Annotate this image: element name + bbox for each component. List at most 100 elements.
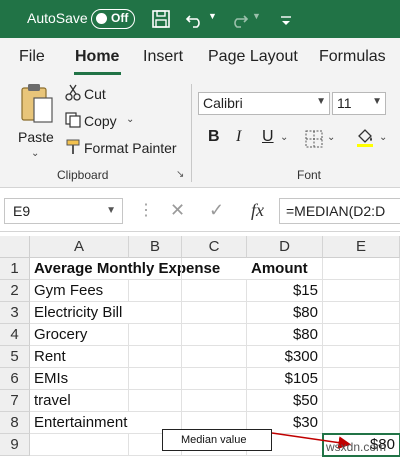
cell-e7[interactable]: [323, 390, 400, 412]
cell-b2[interactable]: [129, 280, 182, 302]
cell-a5[interactable]: Rent: [30, 346, 129, 368]
cell-b4[interactable]: [129, 324, 182, 346]
chevron-down-icon: ▼: [316, 96, 326, 107]
cell-a7[interactable]: travel: [30, 390, 129, 412]
cell-e8[interactable]: [323, 412, 400, 434]
column-header-e[interactable]: E: [323, 236, 400, 258]
active-tab-indicator: [74, 72, 121, 75]
autosave-toggle[interactable]: Off: [91, 9, 135, 29]
formula-input[interactable]: =MEDIAN(D2:D: [279, 198, 400, 224]
cell-d3[interactable]: $80: [247, 302, 323, 324]
cell-b5[interactable]: [129, 346, 182, 368]
column-header-d[interactable]: D: [247, 236, 323, 258]
cell-c7[interactable]: [182, 390, 247, 412]
row-header[interactable]: 2: [0, 280, 30, 302]
tab-home[interactable]: Home: [75, 48, 119, 66]
cell-e5[interactable]: [323, 346, 400, 368]
enter-icon[interactable]: ✓: [209, 200, 224, 221]
cell-d5[interactable]: $300: [247, 346, 323, 368]
cell-c3[interactable]: [182, 302, 247, 324]
undo-dropdown-icon[interactable]: ▼: [208, 11, 217, 21]
cell-e6[interactable]: [323, 368, 400, 390]
cell-b6[interactable]: [129, 368, 182, 390]
cell-d4[interactable]: $80: [247, 324, 323, 346]
underline-dropdown-icon[interactable]: ⌄: [280, 132, 288, 143]
paste-label: Paste: [18, 129, 54, 145]
cell-d6[interactable]: $105: [247, 368, 323, 390]
row-header[interactable]: 6: [0, 368, 30, 390]
cell-c2[interactable]: [182, 280, 247, 302]
row-header[interactable]: 5: [0, 346, 30, 368]
cell-c5[interactable]: [182, 346, 247, 368]
row-header[interactable]: 7: [0, 390, 30, 412]
row-header[interactable]: 9: [0, 434, 30, 456]
column-header-c[interactable]: C: [182, 236, 247, 258]
font-size-value: 11: [337, 95, 352, 111]
insert-function-button[interactable]: fx: [251, 200, 264, 221]
tab-file[interactable]: File: [19, 48, 45, 66]
column-header-a[interactable]: A: [30, 236, 129, 258]
save-icon[interactable]: [150, 8, 172, 30]
copy-icon[interactable]: [64, 111, 82, 129]
cell-c4[interactable]: [182, 324, 247, 346]
font-group-label: Font: [297, 168, 322, 182]
cell-e4[interactable]: [323, 324, 400, 346]
formula-bar: E9 ▼ ⋮ ✕ ✓ fx =MEDIAN(D2:D: [0, 188, 400, 232]
cell-a8[interactable]: Entertainment: [30, 412, 182, 434]
cell-a6[interactable]: EMIs: [30, 368, 129, 390]
row-header[interactable]: 1: [0, 258, 30, 280]
cell-a9[interactable]: [30, 434, 129, 456]
cell-a3[interactable]: Electricity Bill: [30, 302, 182, 324]
customize-toolbar-icon[interactable]: [278, 8, 294, 30]
tab-insert[interactable]: Insert: [143, 48, 183, 66]
cell-a2[interactable]: Gym Fees: [30, 280, 129, 302]
tab-formulas[interactable]: Formulas: [319, 48, 386, 66]
cut-icon[interactable]: [64, 84, 82, 102]
font-name-value: Calibri: [203, 95, 243, 111]
borders-icon[interactable]: [304, 129, 324, 149]
cell-e3[interactable]: [323, 302, 400, 324]
cell-a4[interactable]: Grocery: [30, 324, 129, 346]
name-box[interactable]: E9 ▼: [4, 198, 123, 224]
autosave-label: AutoSave: [27, 10, 88, 26]
row-header[interactable]: 4: [0, 324, 30, 346]
cell-e1[interactable]: [323, 258, 400, 280]
clipboard-launcher-icon[interactable]: ↘: [176, 169, 184, 180]
chevron-down-icon: ▼: [106, 205, 116, 216]
paste-dropdown-icon[interactable]: ⌄: [31, 148, 39, 159]
underline-button[interactable]: U: [262, 128, 274, 146]
font-size-combo[interactable]: 11 ▼: [332, 92, 386, 115]
bold-button[interactable]: B: [208, 128, 220, 146]
select-all-corner[interactable]: [0, 236, 30, 258]
undo-icon[interactable]: [184, 8, 206, 30]
toggle-knob: [96, 13, 107, 24]
fill-color-icon[interactable]: [354, 126, 376, 148]
cell-d1[interactable]: Amount: [247, 258, 323, 280]
title-bar: AutoSave Off ▼ ▼: [0, 0, 400, 38]
cut-button[interactable]: Cut: [84, 86, 106, 102]
cell-e2[interactable]: [323, 280, 400, 302]
fill-color-dropdown-icon[interactable]: ⌄: [379, 132, 387, 143]
format-painter-icon[interactable]: [64, 138, 82, 156]
redo-icon[interactable]: [228, 8, 250, 30]
cell-d2[interactable]: $15: [247, 280, 323, 302]
column-header-b[interactable]: B: [129, 236, 182, 258]
font-name-combo[interactable]: Calibri ▼: [198, 92, 330, 115]
cell-b1[interactable]: [129, 258, 182, 280]
borders-dropdown-icon[interactable]: ⌄: [327, 132, 335, 143]
paste-button[interactable]: Paste ⌄: [14, 82, 60, 162]
cell-d7[interactable]: $50: [247, 390, 323, 412]
italic-button[interactable]: I: [236, 128, 241, 146]
row-header[interactable]: 3: [0, 302, 30, 324]
cell-c6[interactable]: [182, 368, 247, 390]
row-header[interactable]: 8: [0, 412, 30, 434]
more-options-icon: ⋮: [138, 202, 154, 219]
cancel-icon[interactable]: ✕: [170, 200, 185, 221]
tab-page-layout[interactable]: Page Layout: [208, 48, 298, 66]
copy-dropdown-icon[interactable]: ⌄: [126, 114, 134, 125]
autosave-state: Off: [111, 11, 129, 25]
redo-dropdown-icon[interactable]: ▼: [252, 11, 261, 21]
copy-button[interactable]: Copy: [84, 113, 117, 129]
format-painter-button[interactable]: Format Painter: [84, 140, 177, 156]
cell-b7[interactable]: [129, 390, 182, 412]
